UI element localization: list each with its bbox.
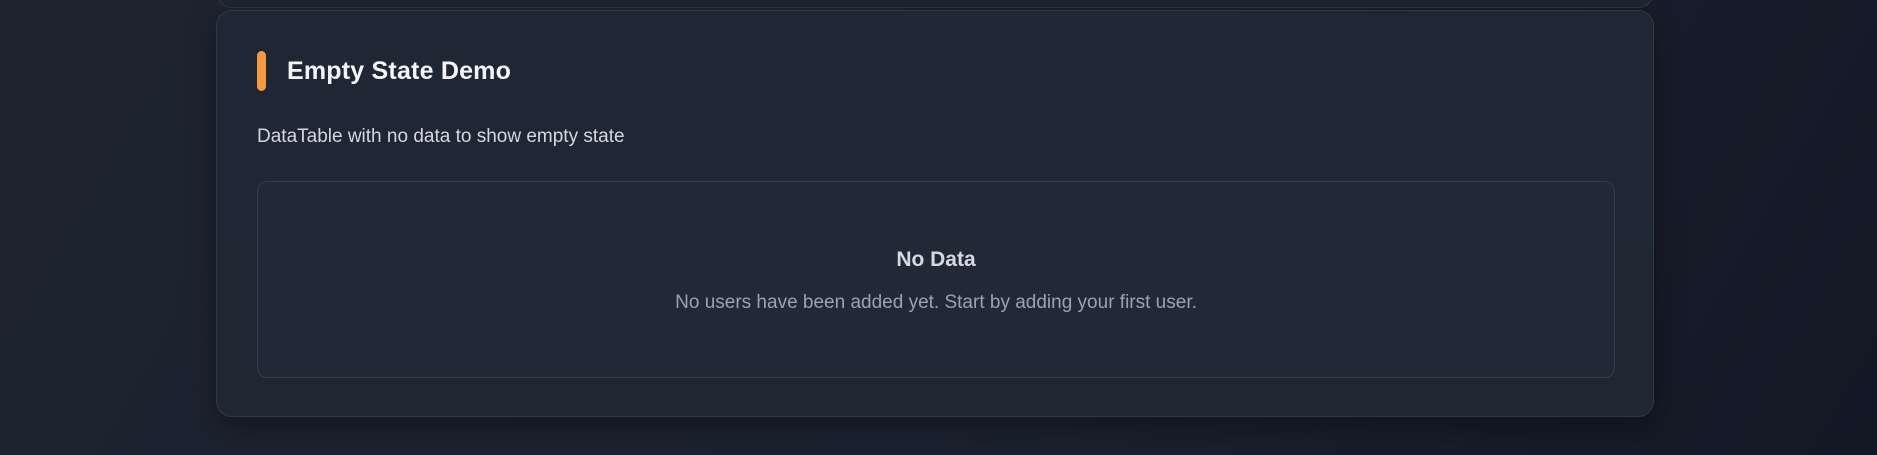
- datatable-empty-state: No Data No users have been added yet. St…: [257, 181, 1615, 378]
- previous-card-bottom: [216, 0, 1654, 8]
- accent-bar: [257, 51, 266, 91]
- empty-state-demo-card: Empty State Demo DataTable with no data …: [216, 10, 1654, 417]
- empty-state-title: No Data: [896, 248, 976, 271]
- card-header: Empty State Demo: [257, 51, 511, 91]
- empty-state-message: No users have been added yet. Start by a…: [675, 292, 1197, 313]
- section-description: DataTable with no data to show empty sta…: [257, 126, 625, 147]
- section-title: Empty State Demo: [287, 56, 512, 85]
